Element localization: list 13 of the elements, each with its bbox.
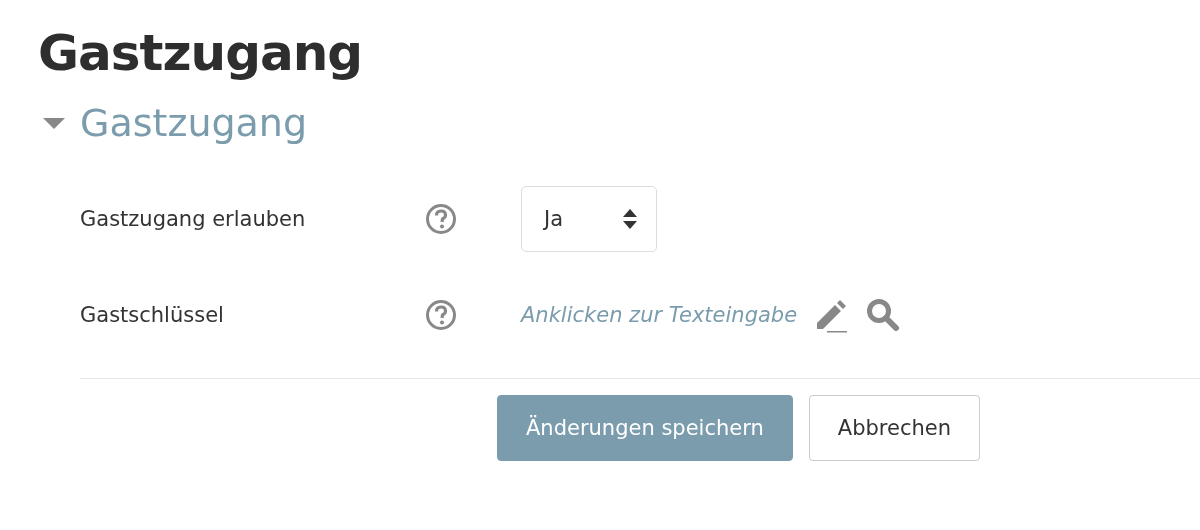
- search-icon[interactable]: [865, 297, 902, 333]
- sort-icon: [622, 208, 638, 230]
- select-field[interactable]: Ja: [521, 186, 657, 252]
- page-title: Gastzugang: [38, 23, 364, 84]
- help-icon[interactable]: [425, 299, 457, 331]
- help-icon[interactable]: [425, 203, 457, 235]
- cancel-button[interactable]: Abbrechen: [808, 395, 980, 461]
- field-label: Gastzugang erlauben: [80, 207, 307, 231]
- save-button[interactable]: Änderungen speichern: [497, 395, 793, 461]
- field-label: Gastschlüssel: [80, 303, 225, 327]
- edit-link[interactable]: Anklicken zur Texteingabe: [521, 303, 798, 327]
- section-title[interactable]: Gastzugang: [80, 98, 308, 148]
- caret-icon[interactable]: [42, 116, 66, 130]
